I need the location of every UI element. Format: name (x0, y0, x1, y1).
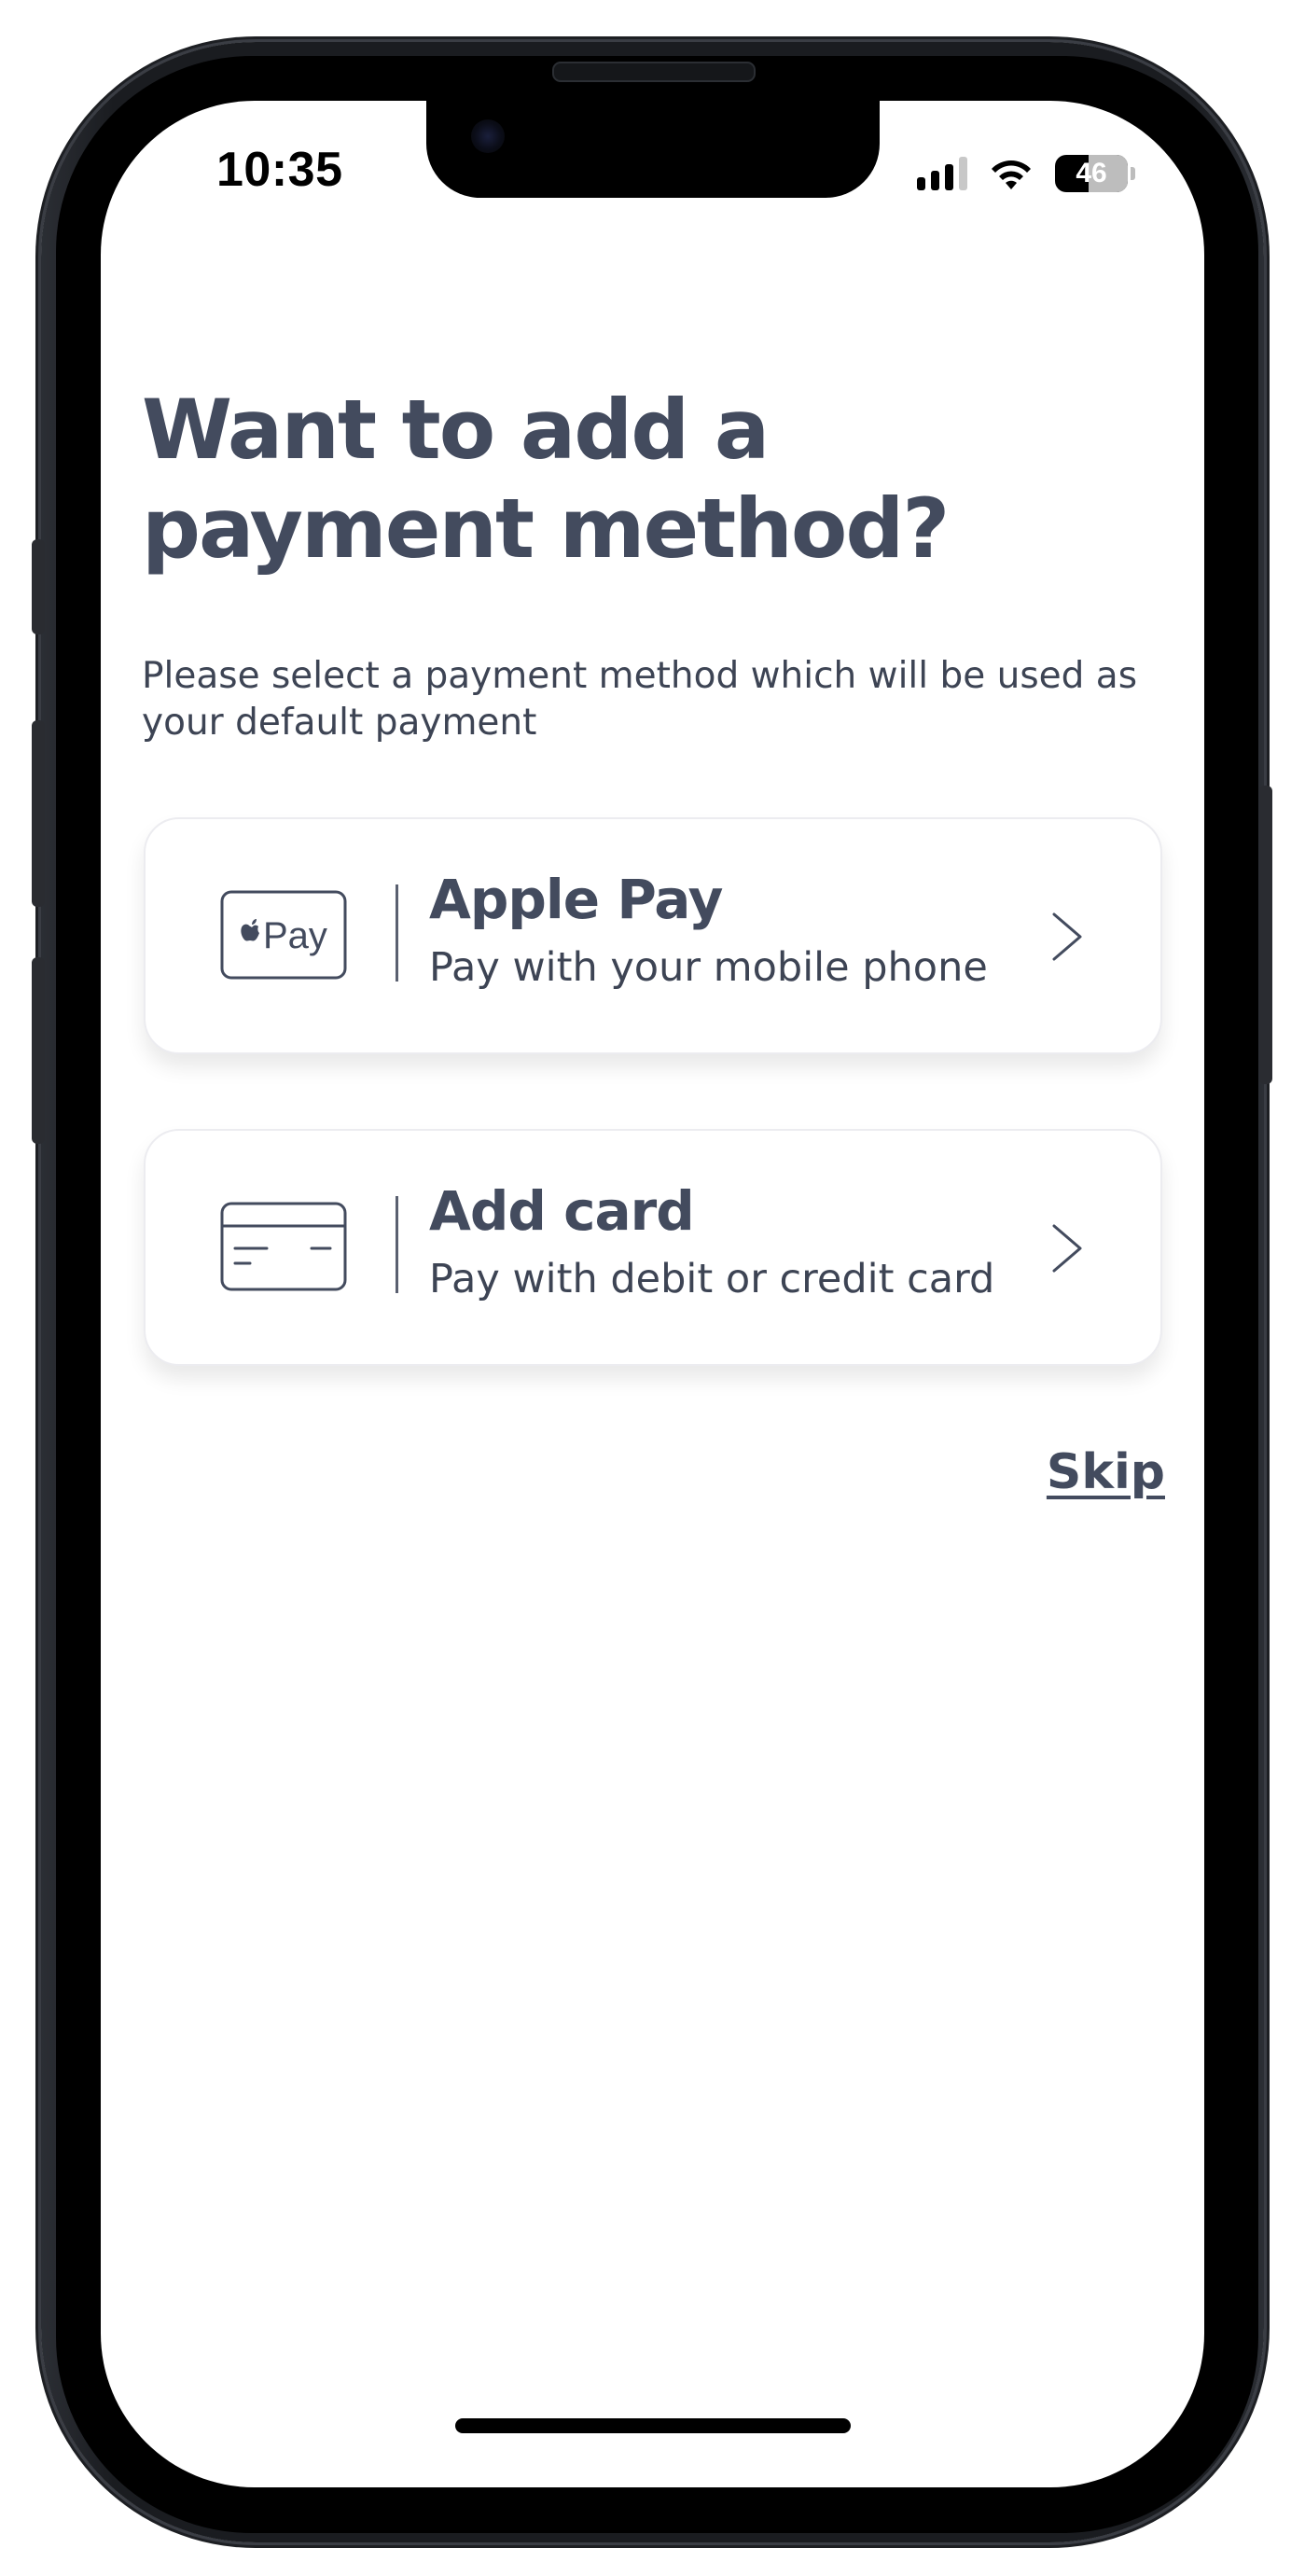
battery-tip (1131, 167, 1135, 180)
chevron-right-icon (1052, 912, 1082, 961)
skip-link[interactable]: Skip (1047, 1444, 1165, 1500)
cellular-signal-icon (917, 157, 967, 190)
add-card-option[interactable]: Add card Pay with debit or credit card (144, 1129, 1162, 1366)
screen: 10:35 46 Want to add a payment method? P… (101, 101, 1204, 2487)
wifi-icon (992, 160, 1031, 189)
page-title-line-2: payment method? (142, 480, 950, 577)
home-indicator[interactable] (455, 2418, 851, 2433)
page-title-line-1: Want to add a (142, 382, 770, 478)
apple-pay-option[interactable]: Pay Apple Pay Pay with your mobile phone (144, 817, 1162, 1054)
battery-icon: 46 (1055, 155, 1128, 192)
power-button (1259, 786, 1272, 1084)
apple-pay-description: Pay with your mobile phone (429, 944, 988, 991)
option-divider (396, 1196, 398, 1293)
chevron-right-icon (1052, 1224, 1082, 1273)
page-title: Want to add a payment method? (142, 381, 1168, 578)
volume-up-button (32, 720, 45, 907)
battery-level: 46 (1076, 158, 1107, 188)
page-subtitle: Please select a payment method which wil… (142, 655, 1138, 744)
earpiece-speaker (552, 62, 756, 82)
add-card-title: Add card (429, 1179, 695, 1243)
status-icons: 46 (917, 155, 1135, 192)
apple-pay-logo-text: Pay (263, 915, 327, 956)
action-button (32, 539, 45, 634)
status-time: 10:35 (216, 143, 343, 197)
device-mockup: 10:35 46 Want to add a payment method? P… (0, 0, 1305, 2576)
credit-card-icon (220, 1202, 347, 1291)
add-card-description: Pay with debit or credit card (429, 1256, 995, 1302)
apple-pay-title: Apple Pay (429, 868, 723, 931)
battery-wrapper: 46 (1055, 155, 1135, 192)
front-camera (471, 119, 505, 153)
option-divider (396, 884, 398, 982)
apple-pay-icon: Pay (220, 890, 347, 980)
volume-down-button (32, 957, 45, 1144)
